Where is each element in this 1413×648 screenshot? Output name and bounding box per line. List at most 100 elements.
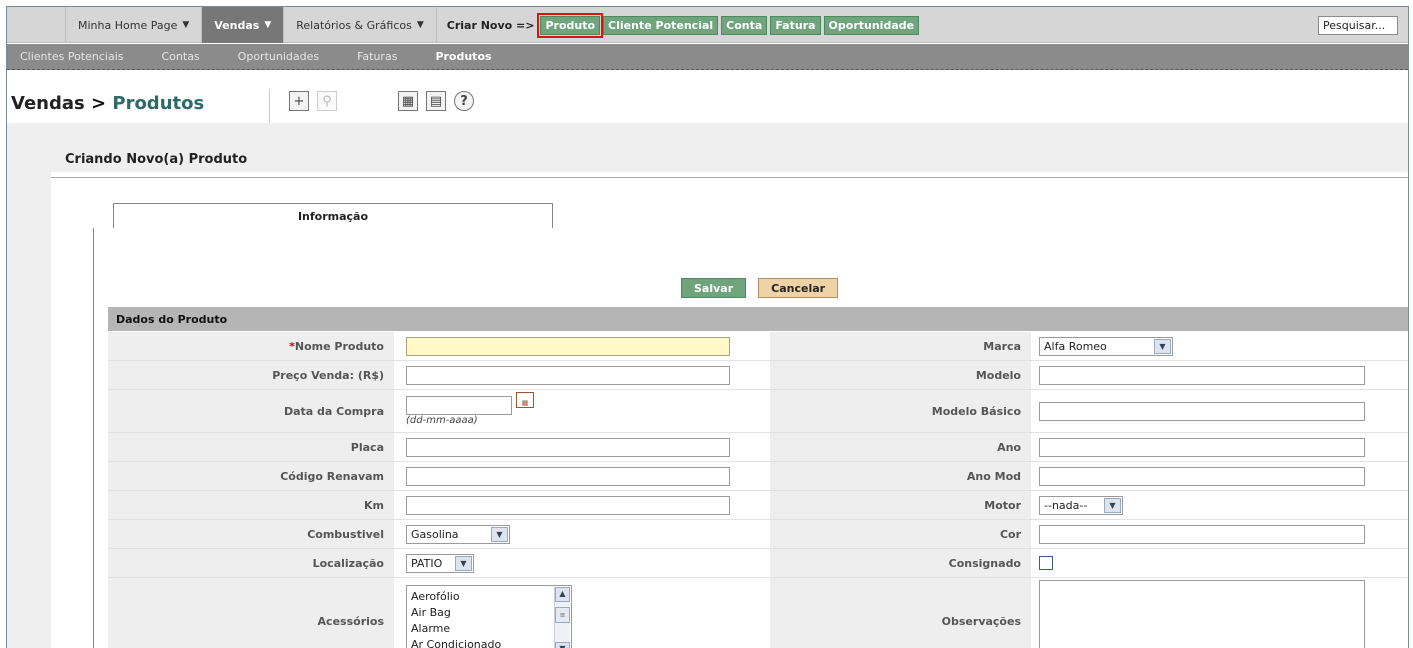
field-label-preco: Preço Venda: (R$) xyxy=(108,361,394,389)
chevron-down-icon: ▼ xyxy=(182,20,190,30)
field-cell xyxy=(394,433,770,461)
page-title: Vendas > Produtos xyxy=(11,93,204,114)
breadcrumb-module[interactable]: Vendas xyxy=(11,93,85,114)
quick-create-fatura[interactable]: Fatura xyxy=(770,15,821,35)
form-row: Km Motor --nada-- ▼ xyxy=(108,491,1408,520)
field-cell xyxy=(1031,462,1408,490)
form-row: * Nome Produto Marca Alfa Romeo ▼ xyxy=(108,332,1408,361)
field-cell xyxy=(394,332,770,360)
add-icon[interactable]: + xyxy=(289,91,309,111)
modelo-input[interactable] xyxy=(1039,365,1365,385)
field-label-ano: Ano xyxy=(770,433,1031,461)
subnav-faturas[interactable]: Faturas xyxy=(357,50,397,63)
date-control: ▦ xyxy=(406,391,534,415)
list-item[interactable]: Air Bag xyxy=(411,605,567,621)
field-cell: Aerofólio Air Bag Alarme Ar Condicionado… xyxy=(394,578,770,648)
subtitle-divider xyxy=(51,177,1408,178)
ano-input[interactable] xyxy=(1039,437,1365,457)
menu-label: Relatórios & Gráficos xyxy=(296,18,412,32)
form-row: Combustivel Gasolina ▼ Cor xyxy=(108,520,1408,549)
marca-select[interactable]: Alfa Romeo ▼ xyxy=(1039,336,1173,356)
cor-input[interactable] xyxy=(1039,524,1365,544)
field-cell xyxy=(1031,520,1408,548)
label-text: Nome Produto xyxy=(294,339,384,353)
calendar-icon[interactable]: ▦ xyxy=(516,391,534,408)
search-input[interactable] xyxy=(1318,16,1398,35)
breadcrumb-current: Produtos xyxy=(112,93,205,114)
scroll-thumb[interactable]: ≡ xyxy=(555,606,570,623)
chevron-down-icon: ▼ xyxy=(1104,497,1121,513)
field-label-modelo-basico: Modelo Básico xyxy=(770,390,1031,432)
menu-label: Vendas xyxy=(214,18,260,32)
list-item[interactable]: Aerofólio xyxy=(411,589,567,605)
menu-relatorios[interactable]: Relatórios & Gráficos ▼ xyxy=(284,7,437,43)
sub-navigation-bar: Clientes Potenciais Contas Oportunidades… xyxy=(7,44,1408,70)
field-label-data: Data da Compra xyxy=(108,390,394,432)
menu-vendas[interactable]: Vendas ▼ xyxy=(202,7,285,43)
field-cell xyxy=(1031,361,1408,389)
modelo-basico-input[interactable] xyxy=(1039,401,1365,421)
chevron-down-icon: ▼ xyxy=(416,20,424,30)
field-cell xyxy=(1031,578,1408,648)
field-label-observacoes: Observações xyxy=(770,578,1031,648)
quick-create-cliente-potencial[interactable]: Cliente Potencial xyxy=(603,15,719,35)
cancel-button[interactable]: Cancelar xyxy=(758,278,839,298)
nome-produto-input[interactable] xyxy=(406,336,730,356)
data-compra-input[interactable] xyxy=(406,396,512,415)
help-icon[interactable]: ? xyxy=(454,91,474,111)
listbox-scrollbar[interactable]: ▲ ≡ ▼ xyxy=(554,586,570,648)
save-button[interactable]: Salvar xyxy=(681,278,747,298)
chevron-down-icon: ▼ xyxy=(491,526,508,542)
observacoes-textarea[interactable] xyxy=(1039,579,1365,648)
field-cell xyxy=(1031,433,1408,461)
menu-minha-home-page[interactable]: Minha Home Page ▼ xyxy=(65,7,203,43)
page-header: Vendas > Produtos + ⚲ ▦ ▤ ? xyxy=(7,71,1408,125)
subnav-produtos[interactable]: Produtos xyxy=(435,50,491,63)
field-label-renavam: Código Renavam xyxy=(108,462,394,490)
form-actions: Salvar Cancelar xyxy=(681,278,839,298)
chevron-up-icon[interactable]: ▲ xyxy=(555,586,570,602)
form-row: Placa Ano xyxy=(108,433,1408,462)
preco-venda-input[interactable] xyxy=(406,365,730,385)
field-cell: ▦ (dd-mm-aaaa) xyxy=(394,390,770,432)
quick-create-label: Criar Novo => xyxy=(446,18,535,32)
list-item[interactable]: Ar Condicionado xyxy=(411,637,567,648)
acessorios-listbox[interactable]: Aerofólio Air Bag Alarme Ar Condicionado… xyxy=(406,584,572,648)
consignado-checkbox[interactable] xyxy=(1039,556,1053,570)
field-label-motor: Motor xyxy=(770,491,1031,519)
form-row: Código Renavam Ano Mod xyxy=(108,462,1408,491)
km-input[interactable] xyxy=(406,495,730,515)
quick-create-conta[interactable]: Conta xyxy=(721,15,768,35)
field-label-km: Km xyxy=(108,491,394,519)
chevron-down-icon: ▼ xyxy=(1154,338,1171,354)
subnav-oportunidades[interactable]: Oportunidades xyxy=(238,50,319,63)
field-cell xyxy=(394,491,770,519)
motor-select[interactable]: --nada-- ▼ xyxy=(1039,495,1123,515)
toolbar-divider xyxy=(269,89,270,125)
subnav-clientes-potenciais[interactable]: Clientes Potenciais xyxy=(20,50,124,63)
app-frame: Minha Home Page ▼ Vendas ▼ Relatórios & Gr… xyxy=(6,6,1409,648)
calendar-icon[interactable]: ▦ xyxy=(398,91,418,111)
form-body: Salvar Cancelar Dados do Produto * Nome P… xyxy=(93,228,1408,648)
chevron-down-icon[interactable]: ▼ xyxy=(555,641,570,648)
quick-create-group: Criar Novo => Produto Cliente Potencial … xyxy=(446,7,920,43)
localizacao-select[interactable]: PATIO ▼ xyxy=(406,553,474,573)
quick-create-oportunidade[interactable]: Oportunidade xyxy=(823,15,920,35)
field-label-combustivel: Combustivel xyxy=(108,520,394,548)
combustivel-select[interactable]: Gasolina ▼ xyxy=(406,524,510,544)
field-label-cor: Cor xyxy=(770,520,1031,548)
field-cell: Gasolina ▼ xyxy=(394,520,770,548)
placa-input[interactable] xyxy=(406,437,730,457)
form-container: Informação Salvar Cancelar Dados do Prod… xyxy=(93,203,1408,648)
form-row: Data da Compra ▦ (dd-mm-aaaa) Modelo Bás… xyxy=(108,390,1408,433)
tab-informacao[interactable]: Informação xyxy=(113,203,553,229)
quick-create-produto[interactable]: Produto xyxy=(537,12,604,38)
calculator-icon[interactable]: ▤ xyxy=(426,91,446,111)
list-item[interactable]: Alarme xyxy=(411,621,567,637)
select-value: Alfa Romeo xyxy=(1044,339,1107,353)
subnav-contas[interactable]: Contas xyxy=(162,50,200,63)
renavam-input[interactable] xyxy=(406,466,730,486)
menu-label: Minha Home Page xyxy=(78,18,178,32)
field-cell: Alfa Romeo ▼ xyxy=(1031,332,1408,360)
ano-mod-input[interactable] xyxy=(1039,466,1365,486)
